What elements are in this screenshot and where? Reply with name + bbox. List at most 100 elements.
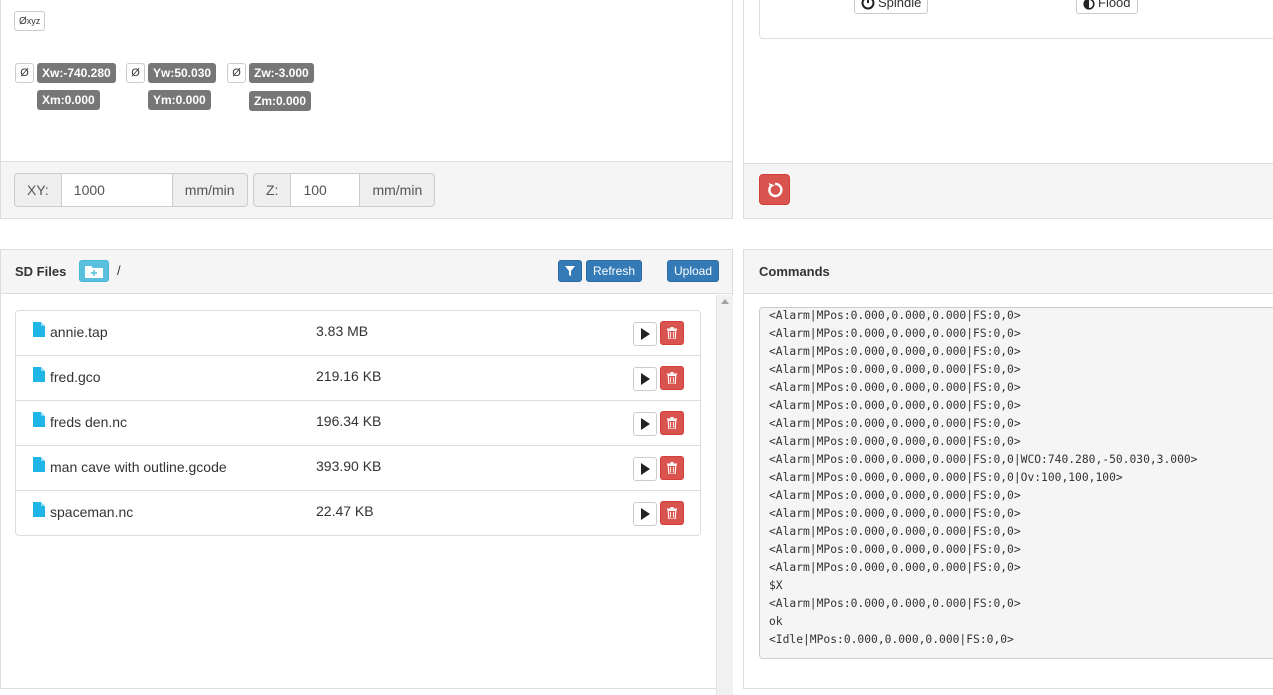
y-work-position: Yw:50.030 <box>148 63 217 83</box>
command-line: <Alarm|MPos:0.000,0.000,0.000|FS:0,0> <box>769 309 1021 322</box>
file-row[interactable]: man cave with outline.gcode 393.90 KB <box>15 445 701 491</box>
run-file-button[interactable] <box>633 502 657 526</box>
run-file-button[interactable] <box>633 412 657 436</box>
file-icon <box>33 367 45 382</box>
z-work-position: Zw:-3.000 <box>249 63 314 83</box>
run-file-button[interactable] <box>633 322 657 346</box>
run-file-button[interactable] <box>633 457 657 481</box>
z-feed-input[interactable]: 100 <box>290 173 361 207</box>
spindle-power-icon <box>861 0 875 10</box>
command-line: <Alarm|MPos:0.000,0.000,0.000|FS:0,0|Ov:… <box>769 471 1123 484</box>
z-feed-unit: mm/min <box>360 173 436 207</box>
flood-button[interactable]: Flood <box>1076 0 1138 14</box>
file-size: 196.34 KB <box>316 413 382 429</box>
trash-icon <box>667 327 677 339</box>
play-icon <box>641 373 650 385</box>
run-file-button[interactable] <box>633 367 657 391</box>
file-row[interactable]: annie.tap 3.83 MB <box>15 310 701 356</box>
command-line: <Alarm|MPos:0.000,0.000,0.000|FS:0,0> <box>769 525 1021 538</box>
delete-file-button[interactable] <box>660 456 684 480</box>
zero-x-button[interactable]: Ø <box>15 63 34 83</box>
sd-file-list: annie.tap 3.83 MB fred.gco 219.16 KB freds d… <box>15 310 701 536</box>
accessory-box: Spindle Flood <box>759 0 1273 39</box>
file-icon <box>33 322 45 337</box>
x-work-position: Xw:-740.280 <box>37 63 116 83</box>
upload-button[interactable]: Upload <box>667 260 720 282</box>
file-list-scrollbar[interactable] <box>716 295 733 695</box>
delete-file-button[interactable] <box>660 411 684 435</box>
zero-all-axes-button[interactable]: Øxyz <box>14 11 46 31</box>
delete-file-button[interactable] <box>660 321 684 345</box>
machine-control-panel: Spindle Flood <box>743 0 1273 219</box>
trash-icon <box>667 462 677 474</box>
z-machine-position: Zm:0.000 <box>249 91 312 111</box>
command-line: <Alarm|MPos:0.000,0.000,0.000|FS:0,0> <box>769 381 1021 394</box>
command-line: <Idle|MPos:0.000,0.000,0.000|FS:0,0> <box>769 633 1014 646</box>
command-line: <Alarm|MPos:0.000,0.000,0.000|FS:0,0> <box>769 507 1021 520</box>
command-line: <Alarm|MPos:0.000,0.000,0.000|FS:0,0> <box>769 561 1021 574</box>
file-name[interactable]: spaceman.nc <box>50 504 133 520</box>
command-log-lines: <Alarm|MPos:0.000,0.000,0.000|FS:0,0> <Al… <box>769 308 1198 649</box>
file-name[interactable]: freds den.nc <box>50 414 127 430</box>
command-line: <Alarm|MPos:0.000,0.000,0.000|FS:0,0> <box>769 327 1021 340</box>
file-name[interactable]: man cave with outline.gcode <box>50 459 227 475</box>
file-size: 22.47 KB <box>316 503 374 519</box>
sd-files-heading: SD Files / Refresh Upload <box>1 250 732 294</box>
refresh-button[interactable]: Refresh <box>586 260 643 282</box>
xy-feed-input[interactable]: 1000 <box>60 173 173 207</box>
file-size: 393.90 KB <box>316 458 382 474</box>
play-icon <box>641 463 650 475</box>
commands-panel: Commands <Alarm|MPos:0.000,0.000,0.000|F… <box>743 249 1273 689</box>
feedrate-footer: XY: 1000 mm/min Z: 100 mm/min <box>1 161 732 218</box>
x-machine-position: Xm:0.000 <box>37 90 100 110</box>
file-icon <box>33 502 45 517</box>
trash-icon <box>667 507 677 519</box>
zero-y-button[interactable]: Ø <box>126 63 145 83</box>
play-icon <box>641 328 650 340</box>
y-machine-position: Ym:0.000 <box>148 90 211 110</box>
reset-icon <box>767 182 783 197</box>
delete-file-button[interactable] <box>660 501 684 525</box>
file-row[interactable]: spaceman.nc 22.47 KB <box>15 490 701 536</box>
command-line: <Alarm|MPos:0.000,0.000,0.000|FS:0,0> <box>769 435 1021 448</box>
scroll-up-arrow-icon[interactable] <box>721 299 729 304</box>
flood-label: Flood <box>1098 0 1131 10</box>
command-line: <Alarm|MPos:0.000,0.000,0.000|FS:0,0> <box>769 543 1021 556</box>
spindle-button[interactable]: Spindle <box>854 0 929 14</box>
flood-drop-icon <box>1083 0 1095 10</box>
filter-button[interactable] <box>558 260 582 282</box>
trash-icon <box>667 372 677 384</box>
z-feedrate-group: Z: 100 mm/min <box>253 173 436 207</box>
command-line: <Alarm|MPos:0.000,0.000,0.000|FS:0,0> <box>769 489 1021 502</box>
xy-feedrate-group: XY: 1000 mm/min <box>14 173 248 207</box>
command-line: <Alarm|MPos:0.000,0.000,0.000|FS:0,0> <box>769 597 1021 610</box>
command-line: <Alarm|MPos:0.000,0.000,0.000|FS:0,0> <box>769 345 1021 358</box>
z-feed-label: Z: <box>253 173 291 207</box>
commands-heading: Commands <box>744 250 1273 294</box>
zero-z-button[interactable]: Ø <box>227 63 246 83</box>
file-icon <box>33 457 45 472</box>
new-folder-button[interactable] <box>79 260 109 282</box>
command-line: <Alarm|MPos:0.000,0.000,0.000|FS:0,0|WCO… <box>769 453 1198 466</box>
file-name[interactable]: fred.gco <box>50 369 101 385</box>
control-footer <box>744 163 1273 218</box>
play-icon <box>641 418 650 430</box>
reset-button[interactable] <box>759 174 790 205</box>
trash-icon <box>667 417 677 429</box>
file-row[interactable]: fred.gco 219.16 KB <box>15 355 701 401</box>
filter-icon <box>565 266 575 276</box>
command-line: <Alarm|MPos:0.000,0.000,0.000|FS:0,0> <box>769 417 1021 430</box>
folder-plus-icon <box>85 265 103 278</box>
command-line: <Alarm|MPos:0.000,0.000,0.000|FS:0,0> <box>769 363 1021 376</box>
command-log[interactable]: <Alarm|MPos:0.000,0.000,0.000|FS:0,0> <Al… <box>759 307 1273 659</box>
delete-file-button[interactable] <box>660 366 684 390</box>
file-icon <box>33 412 45 427</box>
current-path: / <box>117 263 121 278</box>
zero-all-sub-label: xyz <box>26 16 41 26</box>
file-row[interactable]: freds den.nc 196.34 KB <box>15 400 701 446</box>
zero-all-label: Ø <box>19 16 27 27</box>
play-icon <box>641 508 650 520</box>
xy-feed-label: XY: <box>14 173 61 207</box>
position-panel: Øxyz Ø Xw:-740.280 Xm:0.000 Ø Yw:50.030 … <box>0 0 733 219</box>
file-name[interactable]: annie.tap <box>50 324 108 340</box>
